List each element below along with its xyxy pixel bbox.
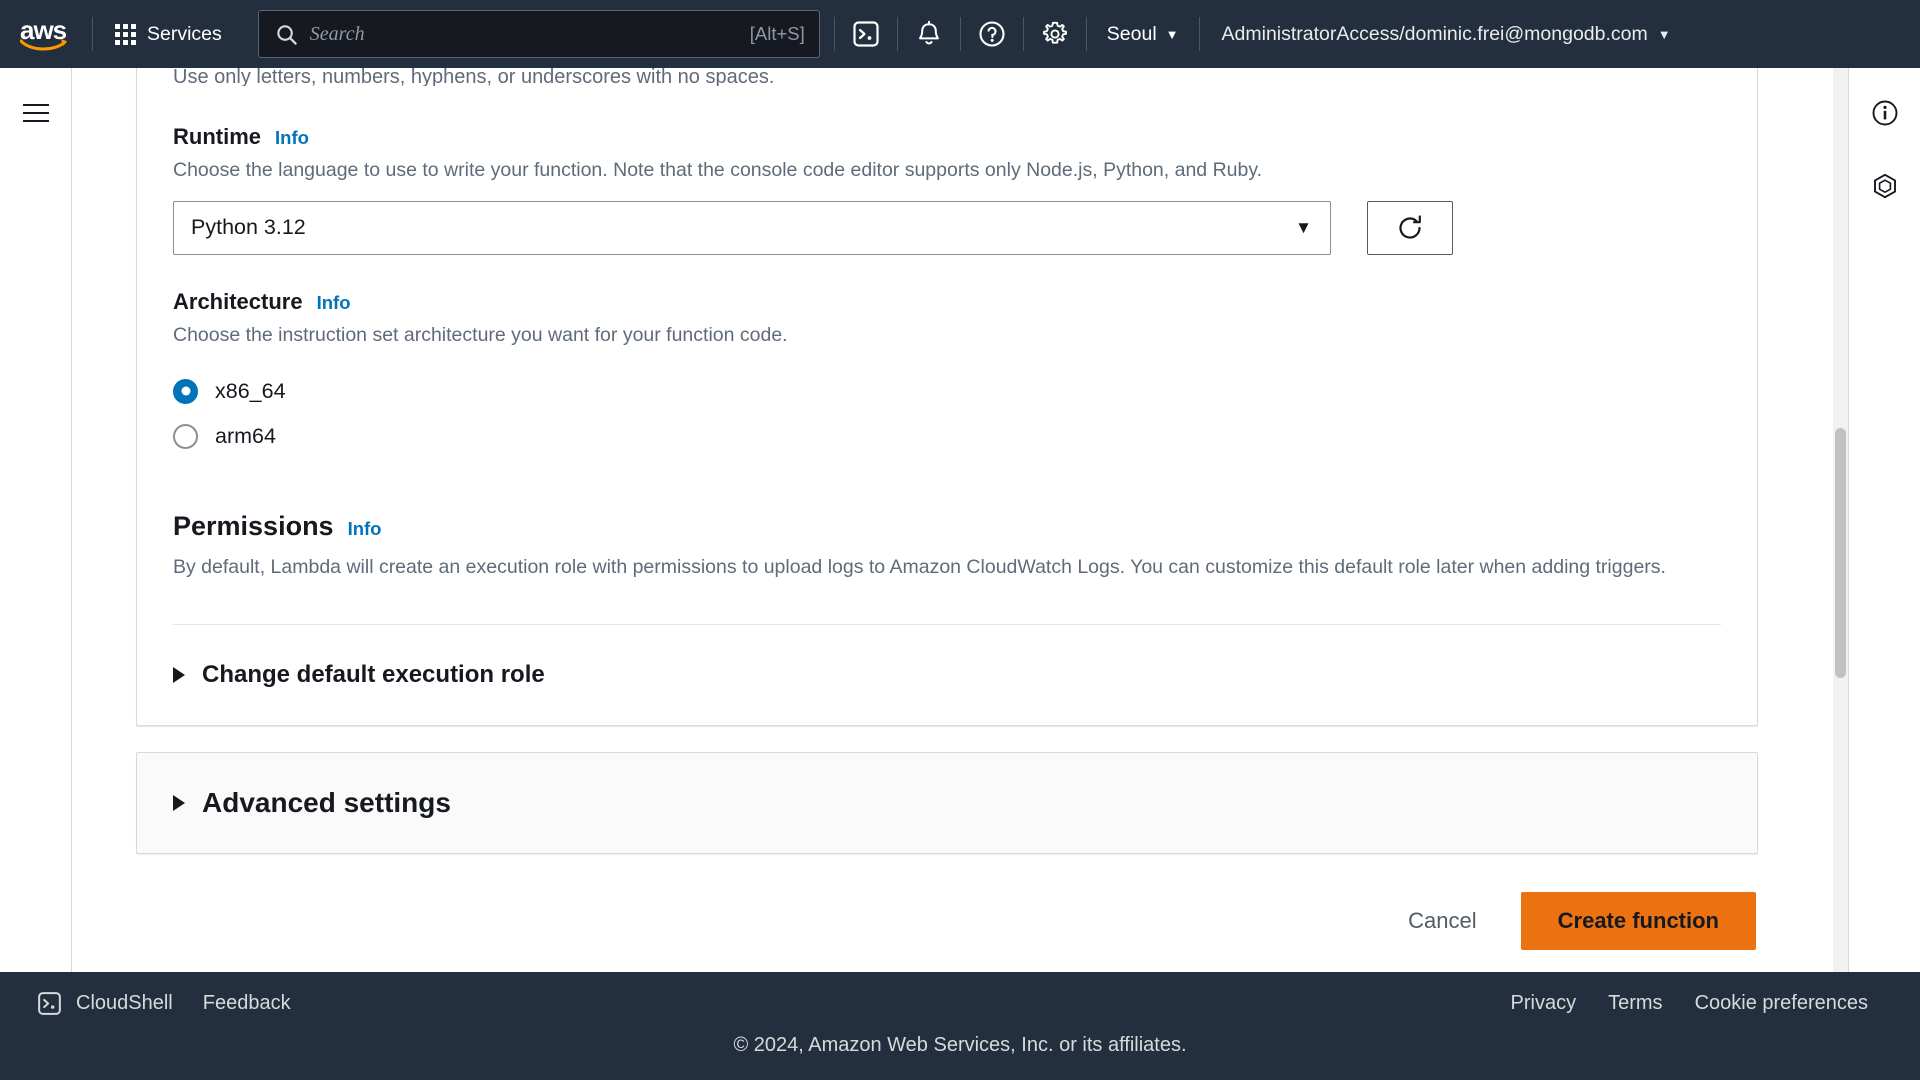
region-label: Seoul [1106, 22, 1157, 45]
change-execution-role-label: Change default execution role [202, 660, 545, 688]
help-button[interactable] [961, 0, 1023, 68]
advanced-settings-expander[interactable]: Advanced settings [137, 753, 1757, 853]
page-footer: CloudShell Feedback Privacy Terms Cookie… [0, 972, 1920, 1080]
top-navigation-bar: aws Services Search [Alt+S] Seoul ▼ Admi… [0, 0, 1920, 68]
permissions-title: Permissions [173, 510, 334, 541]
architecture-field: Architecture Info Choose the instruction… [173, 255, 1721, 459]
permissions-description: By default, Lambda will create an execut… [173, 555, 1666, 578]
footer-copyright: © 2024, Amazon Web Services, Inc. or its… [733, 1034, 1187, 1056]
refresh-icon [1399, 215, 1421, 239]
runtime-select[interactable]: Python 3.12 ▼ [173, 200, 1331, 255]
layers-hexagon-icon [1873, 173, 1896, 199]
settings-gear-icon [1042, 21, 1067, 44]
architecture-option-arm64[interactable]: arm64 [173, 414, 1721, 459]
hamburger-menu-icon[interactable] [15, 90, 57, 136]
aws-logo-link[interactable]: aws [0, 17, 92, 51]
search-placeholder: Search [309, 22, 365, 45]
chevron-down-icon: ▼ [1657, 26, 1671, 42]
architecture-info-link[interactable]: Info [317, 292, 351, 314]
chevron-right-icon [173, 666, 185, 683]
architecture-radio-group: x86_64 arm64 [173, 369, 1721, 459]
search-input[interactable]: Search [Alt+S] [257, 10, 820, 58]
vertical-scrollbar[interactable] [1833, 68, 1848, 1080]
permissions-title-row: Permissions Info [173, 511, 1721, 542]
change-execution-role-expander[interactable]: Change default execution role [137, 625, 1757, 725]
advanced-settings-panel: Advanced settings [136, 751, 1758, 854]
create-function-panel: Use only letters, numbers, hyphens, or u… [136, 68, 1758, 726]
footer-feedback-link[interactable]: Feedback [187, 992, 307, 1015]
notifications-bell-icon [918, 20, 939, 45]
permissions-section: Permissions Info By default, Lambda will… [173, 459, 1721, 582]
architecture-label-row: Architecture Info [173, 289, 1721, 315]
services-label: Services [147, 22, 222, 45]
account-menu[interactable]: AdministratorAccess/dominic.frei@mongodb… [1200, 0, 1693, 68]
create-function-button[interactable]: Create function [1520, 891, 1756, 950]
cloudshell-launch-button[interactable] [835, 0, 897, 68]
chevron-right-icon [173, 794, 185, 811]
runtime-label-row: Runtime Info [173, 124, 1721, 150]
function-name-hint: Use only letters, numbers, hyphens, or u… [173, 68, 775, 86]
runtime-select-row: Python 3.12 ▼ [173, 200, 1721, 255]
runtime-info-link[interactable]: Info [275, 127, 309, 149]
footer-terms-link[interactable]: Terms [1592, 992, 1678, 1015]
info-panel-button[interactable] [1862, 90, 1908, 141]
left-side-rail [0, 68, 72, 1080]
cloudshell-icon [853, 21, 879, 47]
aws-logo-icon: aws [18, 17, 74, 51]
page-shell: Use only letters, numbers, hyphens, or u… [0, 68, 1920, 1080]
radio-selected-icon [173, 378, 198, 404]
footer-privacy-link[interactable]: Privacy [1495, 992, 1593, 1015]
permissions-info-link[interactable]: Info [348, 518, 382, 540]
radio-unselected-icon [173, 423, 198, 449]
cloudshell-icon [38, 991, 61, 1015]
services-menu-button[interactable]: Services [93, 0, 244, 68]
architecture-option-x86-64[interactable]: x86_64 [173, 369, 1721, 414]
scroll-area: Use only letters, numbers, hyphens, or u… [72, 68, 1848, 1080]
help-question-icon [979, 21, 1005, 47]
footer-cookie-preferences-link[interactable]: Cookie preferences [1679, 992, 1884, 1015]
layers-panel-button[interactable] [1862, 163, 1908, 214]
grid-apps-icon [115, 23, 136, 45]
info-circle-icon [1872, 100, 1897, 126]
runtime-label: Runtime [173, 124, 261, 149]
search-container: Search [Alt+S] [244, 10, 834, 58]
scrollbar-thumb[interactable] [1835, 428, 1846, 678]
architecture-option-label: x86_64 [215, 378, 286, 403]
search-shortcut-hint: [Alt+S] [749, 23, 805, 44]
panel-body: Runtime Info Choose the language to use … [137, 90, 1757, 625]
architecture-label: Architecture [173, 288, 303, 314]
right-side-rail [1848, 68, 1920, 1080]
account-label: AdministratorAccess/dominic.frei@mongodb… [1221, 22, 1648, 45]
cancel-button[interactable]: Cancel [1386, 896, 1498, 946]
runtime-selected-value: Python 3.12 [191, 215, 306, 240]
advanced-settings-label: Advanced settings [202, 786, 451, 818]
chevron-down-icon: ▼ [1165, 26, 1179, 42]
footer-top-row: CloudShell Feedback Privacy Terms Cookie… [0, 972, 1920, 1034]
settings-button[interactable] [1024, 0, 1086, 68]
region-selector[interactable]: Seoul ▼ [1087, 0, 1199, 68]
notifications-button[interactable] [898, 0, 960, 68]
footer-cloudshell-button[interactable]: CloudShell [22, 990, 187, 1017]
main-content-column: Use only letters, numbers, hyphens, or u… [72, 68, 1848, 1080]
aws-smile-icon [20, 39, 67, 51]
search-icon [277, 24, 297, 45]
runtime-refresh-button[interactable] [1367, 200, 1453, 255]
runtime-field: Runtime Info Choose the language to use … [173, 90, 1721, 255]
runtime-description: Choose the language to use to write your… [173, 159, 1263, 181]
architecture-option-label: arm64 [215, 423, 276, 448]
chevron-down-icon: ▼ [1295, 217, 1312, 237]
architecture-description: Choose the instruction set architecture … [173, 323, 788, 346]
form-action-row: Cancel Create function [136, 854, 1758, 980]
footer-cloudshell-label: CloudShell [76, 991, 173, 1014]
